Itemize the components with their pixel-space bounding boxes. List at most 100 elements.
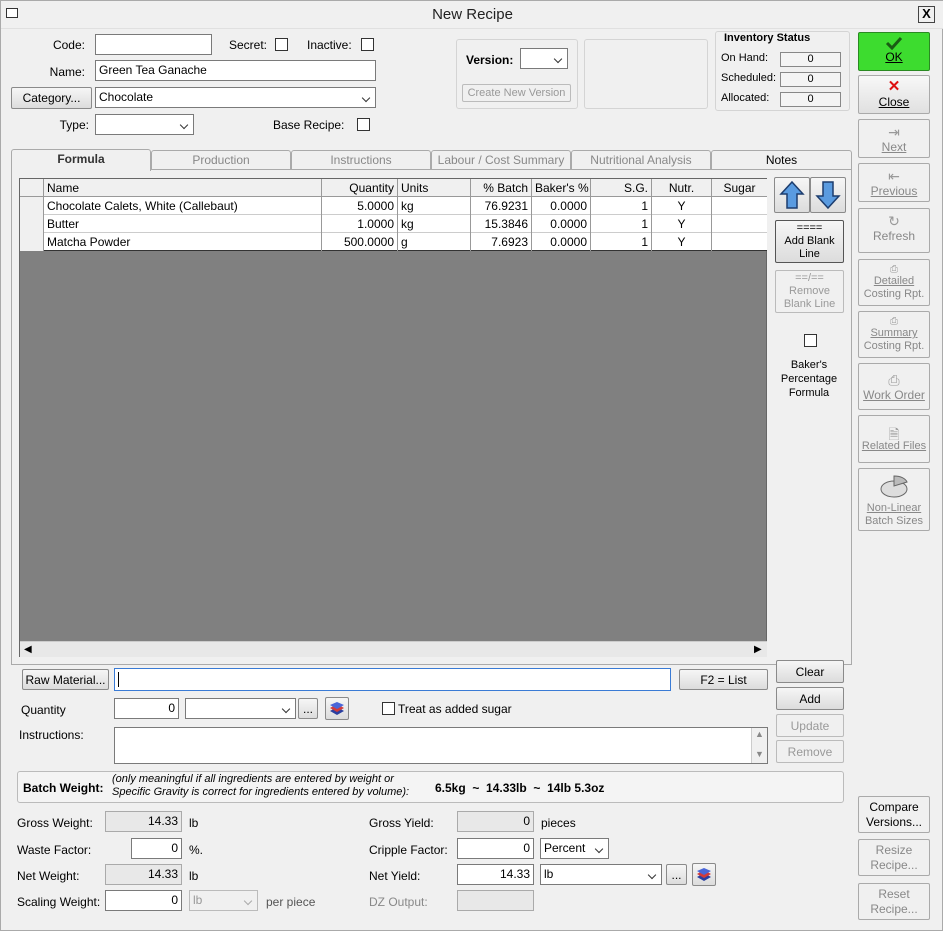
header-pct-batch[interactable]: % Batch [471,179,532,197]
header-units[interactable]: Units [398,179,471,197]
compare-versions-button[interactable]: Compare Versions... [858,796,930,833]
cell-sg[interactable]: 1 [591,197,652,215]
update-button[interactable]: Update [776,714,844,737]
detailed-costing-button[interactable]: ⎙ Detailed Costing Rpt. [858,259,930,306]
cell-bakers-pct[interactable]: 0.0000 [532,197,591,215]
net-yield-field[interactable]: 14.33 [457,864,534,885]
remove-button[interactable]: Remove [776,740,844,763]
bakers-percentage-checkbox[interactable] [804,334,817,347]
name-field[interactable]: Green Tea Ganache [95,60,376,81]
header-name[interactable]: Name [44,179,322,197]
non-linear-batch-button[interactable]: Non-Linear Batch Sizes [858,468,930,531]
row-selector[interactable] [20,197,44,215]
move-up-button[interactable] [774,177,810,213]
move-down-button[interactable] [810,177,846,213]
table-row[interactable]: Matcha Powder 500.0000 g 7.6923 0.0000 1… [20,233,767,251]
table-row[interactable]: Butter 1.0000 kg 15.3846 0.0000 1 Y [20,215,767,233]
add-blank-line-button[interactable]: ==== Add Blank Line [775,220,844,263]
added-sugar-checkbox[interactable] [382,702,395,715]
clear-button[interactable]: Clear [776,660,844,683]
cell-sg[interactable]: 1 [591,233,652,251]
tab-labour-cost-summary[interactable]: Labour / Cost Summary [431,150,571,170]
reset-recipe-button[interactable]: Reset Recipe... [858,883,930,920]
resize-recipe-button[interactable]: Resize Recipe... [858,839,930,876]
net-yield-lookup-button[interactable]: ... [666,864,687,885]
net-yield-conversion-button[interactable] [692,863,716,886]
horizontal-scrollbar[interactable]: ◀ ▶ [20,641,767,657]
category-button[interactable]: Category... [11,87,92,109]
scroll-right-icon[interactable]: ▶ [754,644,762,655]
cell-name[interactable]: Butter [44,215,322,233]
cell-sugar[interactable] [712,197,767,215]
tab-nutritional-analysis[interactable]: Nutritional Analysis [571,150,711,170]
header-nutr[interactable]: Nutr. [652,179,712,197]
remove-blank-line-button[interactable]: ==/== Remove Blank Line [775,270,844,313]
tab-production[interactable]: Production [151,150,291,170]
cell-nutr[interactable]: Y [652,197,712,215]
cell-units[interactable]: g [398,233,471,251]
category-select[interactable]: Chocolate [95,87,376,108]
cripple-unit-select[interactable]: Percent [540,838,609,859]
cell-bakers-pct[interactable]: 0.0000 [532,215,591,233]
header-bakers-pct[interactable]: Baker's % [532,179,591,197]
header-quantity[interactable]: Quantity [322,179,398,197]
cell-name[interactable]: Matcha Powder [44,233,322,251]
cripple-factor-field[interactable]: 0 [457,838,534,859]
instructions-scrollbar[interactable]: ▲ ▼ [751,728,767,763]
cell-pct-batch[interactable]: 7.6923 [471,233,532,251]
cell-bakers-pct[interactable]: 0.0000 [532,233,591,251]
ok-button[interactable]: OK [858,32,930,71]
raw-material-input[interactable] [114,668,671,691]
cell-quantity[interactable]: 5.0000 [322,197,398,215]
scaling-unit-select[interactable]: lb [189,890,258,911]
type-select[interactable] [95,114,194,135]
raw-material-button[interactable]: Raw Material... [22,669,109,690]
unit-select[interactable] [185,698,296,719]
scroll-up-icon[interactable]: ▲ [755,729,764,739]
close-button[interactable]: ✕ Close [858,75,930,114]
waste-factor-field[interactable]: 0 [131,838,182,859]
row-selector[interactable] [20,215,44,233]
cell-sg[interactable]: 1 [591,215,652,233]
f2-list-button[interactable]: F2 = List [679,669,768,690]
refresh-button[interactable]: ↻ Refresh [858,208,930,253]
scroll-left-icon[interactable]: ◀ [24,644,32,655]
scaling-weight-field[interactable]: 0 [105,890,182,911]
summary-costing-button[interactable]: ⎙ Summary Costing Rpt. [858,311,930,358]
work-order-button[interactable]: ⎙ Work Order [858,363,930,410]
unit-lookup-button[interactable]: ... [298,698,318,719]
code-field[interactable] [95,34,212,55]
quantity-field[interactable]: 0 [114,698,179,719]
close-window-icon[interactable]: X [918,6,935,23]
cell-pct-batch[interactable]: 15.3846 [471,215,532,233]
cell-nutr[interactable]: Y [652,233,712,251]
create-new-version-button[interactable]: Create New Version [462,84,571,102]
cell-sugar[interactable] [712,215,767,233]
conversion-button[interactable] [325,697,349,720]
next-button[interactable]: ⇥ Next [858,119,930,158]
net-yield-unit-select[interactable]: lb [540,864,662,885]
tab-formula[interactable]: Formula [11,149,151,171]
cell-name[interactable]: Chocolate Calets, White (Callebaut) [44,197,322,215]
version-select[interactable] [520,48,568,69]
add-button[interactable]: Add [776,687,844,710]
table-row[interactable]: Chocolate Calets, White (Callebaut) 5.00… [20,197,767,215]
cell-nutr[interactable]: Y [652,215,712,233]
cell-quantity[interactable]: 1.0000 [322,215,398,233]
row-selector[interactable] [20,233,44,251]
previous-button[interactable]: ⇤ Previous [858,163,930,202]
cell-quantity[interactable]: 500.0000 [322,233,398,251]
header-sg[interactable]: S.G. [591,179,652,197]
cell-sugar[interactable] [712,233,767,251]
scroll-down-icon[interactable]: ▼ [755,749,764,759]
cell-pct-batch[interactable]: 76.9231 [471,197,532,215]
cell-units[interactable]: kg [398,215,471,233]
cell-units[interactable]: kg [398,197,471,215]
inactive-checkbox[interactable] [361,38,374,51]
secret-checkbox[interactable] [275,38,288,51]
base-recipe-checkbox[interactable] [357,118,370,131]
ingredients-grid[interactable]: Name Quantity Units % Batch Baker's % S.… [19,178,767,657]
tab-notes[interactable]: Notes [711,150,852,170]
tab-instructions[interactable]: Instructions [291,150,431,170]
instructions-textarea[interactable] [114,727,768,764]
